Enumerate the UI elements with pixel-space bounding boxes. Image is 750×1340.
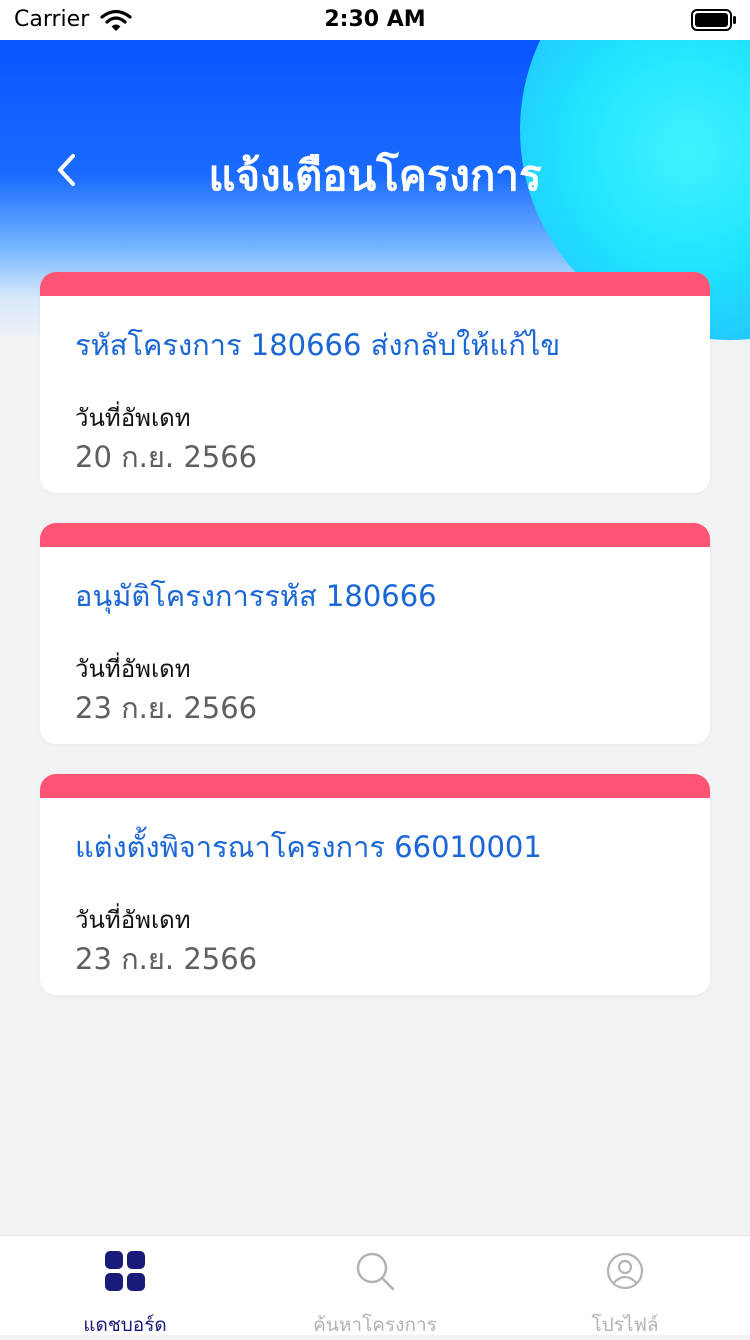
page-title: แจ้งเตือนโครงการ: [208, 151, 542, 200]
notification-date: 23 ก.ย. 2566: [75, 691, 258, 725]
tab-dashboard[interactable]: แดชบอร์ด: [0, 1236, 250, 1336]
date-label: วันที่อัพเดท: [75, 906, 191, 934]
notification-date: 20 ก.ย. 2566: [75, 440, 258, 474]
tab-profile[interactable]: โปรไฟล์: [500, 1236, 750, 1336]
tab-label: แดชบอร์ด: [83, 1314, 167, 1336]
notification-title: อนุมัติโครงการรหัส 180666: [75, 579, 437, 613]
notification-card[interactable]: แต่งตั้งพิจารณาโครงการ 66010001 วันที่อั…: [40, 774, 710, 995]
tab-label: ค้นหาโครงการ: [313, 1314, 437, 1336]
tab-search-projects[interactable]: ค้นหาโครงการ: [250, 1236, 500, 1336]
search-icon: [356, 1252, 395, 1291]
tab-bar: แดชบอร์ด ค้นหาโครงการ โปรไฟล์: [0, 1235, 750, 1336]
notification-card[interactable]: รหัสโครงการ 180666 ส่งกลับให้แก้ไข วันที…: [40, 272, 710, 493]
card-accent-stripe: [40, 523, 710, 547]
date-label: วันที่อัพเดท: [75, 655, 191, 683]
card-accent-stripe: [40, 774, 710, 798]
notification-title: แต่งตั้งพิจารณาโครงการ 66010001: [75, 830, 542, 864]
tab-label: โปรไฟล์: [591, 1314, 659, 1336]
notification-title: รหัสโครงการ 180666 ส่งกลับให้แก้ไข: [75, 328, 561, 362]
card-accent-stripe: [40, 272, 710, 296]
battery-icon: [691, 9, 737, 35]
notification-list: รหัสโครงการ 180666 ส่งกลับให้แก้ไข วันที…: [40, 272, 710, 1025]
notification-date: 23 ก.ย. 2566: [75, 942, 258, 976]
status-time: 2:30 AM: [324, 7, 426, 32]
dashboard-grid-icon: [105, 1251, 145, 1291]
date-label: วันที่อัพเดท: [75, 404, 191, 432]
notification-card[interactable]: อนุมัติโครงการรหัส 180666 วันที่อัพเดท 2…: [40, 523, 710, 744]
profile-icon: [606, 1252, 644, 1290]
status-bar: Carrier 2:30 AM: [0, 0, 750, 40]
